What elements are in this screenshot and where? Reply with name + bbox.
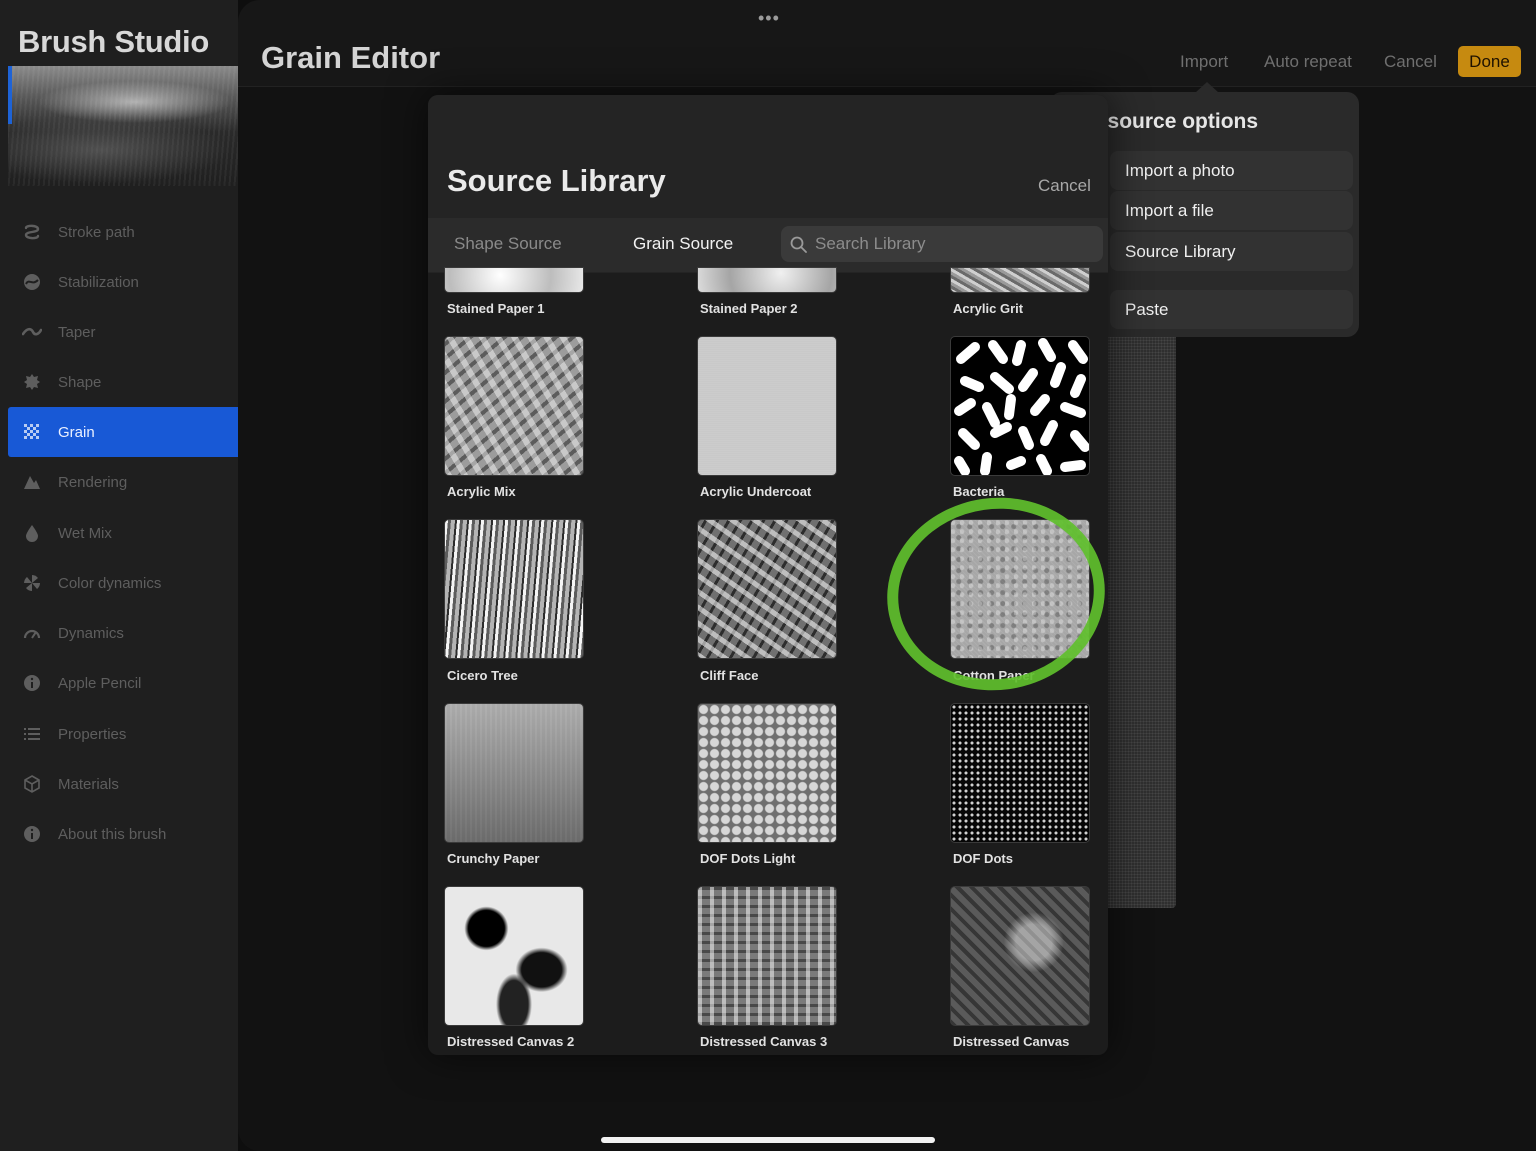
grain-thumbnail-stained-paper-2[interactable] (697, 267, 837, 293)
grain-label: DOF Dots (953, 851, 1013, 866)
sidebar-item-about-this-brush[interactable]: About this brush (8, 809, 238, 859)
sidebar-item-rendering[interactable]: Rendering (8, 457, 238, 507)
wet-mix-icon (22, 523, 42, 543)
sidebar-item-label: About this brush (58, 825, 167, 843)
done-button[interactable]: Done (1458, 46, 1521, 77)
import-photo-option[interactable]: Import a photo (1110, 151, 1353, 190)
grain-label: Distressed Canvas (953, 1034, 1070, 1049)
grain-thumbnail-acrylic-mix[interactable] (444, 336, 584, 476)
sidebar-item-color-dynamics[interactable]: Color dynamics (8, 558, 238, 608)
tab-shape-source[interactable]: Shape Source (454, 234, 562, 254)
multitasking-grabber[interactable]: ••• (758, 8, 780, 29)
sidebar-item-label: Properties (58, 725, 127, 743)
sidebar-item-label: Color dynamics (58, 574, 162, 592)
import-button[interactable]: Import (1180, 52, 1228, 72)
sidebar-item-properties[interactable]: Properties (8, 709, 238, 759)
brush-studio-sidebar: Brush Studio Stroke path Stabilization T… (0, 0, 238, 1151)
auto-repeat-button[interactable]: Auto repeat (1264, 52, 1352, 72)
search-input[interactable] (813, 233, 1087, 255)
grain-label: Stained Paper 2 (700, 301, 798, 316)
rendering-icon (22, 472, 42, 492)
grain-thumbnail-distressed-canvas-3[interactable] (697, 886, 837, 1026)
search-icon (790, 236, 807, 253)
sidebar-item-grain[interactable]: Grain (8, 407, 238, 457)
grain-thumbnail-bacteria[interactable] (950, 336, 1090, 476)
grain-label: Acrylic Undercoat (700, 484, 812, 499)
sidebar-item-wet-mix[interactable]: Wet Mix (8, 508, 238, 558)
preview-selection-marker (8, 66, 12, 124)
taper-icon (22, 322, 42, 342)
import-file-option[interactable]: Import a file (1110, 191, 1353, 230)
stabilization-icon (22, 272, 42, 292)
info-icon (22, 673, 42, 693)
grain-label: Cicero Tree (447, 668, 518, 683)
sidebar-item-materials[interactable]: Materials (8, 759, 238, 809)
list-icon (22, 724, 42, 744)
grain-thumbnail-dof-dots-light[interactable] (697, 703, 837, 843)
sidebar-item-dynamics[interactable]: Dynamics (8, 608, 238, 658)
sidebar-item-stabilization[interactable]: Stabilization (8, 257, 238, 307)
sidebar-item-label: Stabilization (58, 273, 139, 291)
home-indicator[interactable] (601, 1137, 935, 1143)
brush-stroke-preview[interactable] (8, 66, 238, 186)
grain-thumbnail-acrylic-undercoat[interactable] (697, 336, 837, 476)
grain-thumbnail-dof-dots[interactable] (950, 703, 1090, 843)
cancel-button[interactable]: Cancel (1384, 52, 1437, 72)
sidebar-item-label: Wet Mix (58, 524, 112, 542)
sidebar-item-label: Shape (58, 373, 102, 391)
cube-icon (22, 774, 42, 794)
grain-label: Stained Paper 1 (447, 301, 545, 316)
paste-option[interactable]: Paste (1110, 290, 1353, 329)
bacteria-pattern (954, 338, 1089, 475)
page-title: Grain Editor (261, 40, 441, 75)
tab-grain-source[interactable]: Grain Source (633, 234, 733, 254)
sidebar-item-taper[interactable]: Taper (8, 307, 238, 357)
sidebar-item-label: Materials (58, 775, 119, 793)
grain-label: Distressed Canvas 2 (447, 1034, 575, 1049)
grain-thumbnail-crunchy-paper[interactable] (444, 703, 584, 843)
grain-thumbnail-cicero-tree[interactable] (444, 519, 584, 659)
sidebar-item-label: Taper (58, 323, 96, 341)
sidebar-item-label: Rendering (58, 473, 128, 491)
grain-label: Acrylic Mix (447, 484, 516, 499)
info-icon (22, 824, 42, 844)
sidebar-item-label: Dynamics (58, 624, 124, 642)
sidebar-item-label: Stroke path (58, 223, 135, 241)
grain-label: Crunchy Paper (447, 851, 540, 866)
sidebar-item-stroke-path[interactable]: Stroke path (8, 207, 238, 257)
sidebar-item-label: Grain (58, 423, 95, 441)
search-field[interactable] (781, 226, 1103, 262)
color-dynamics-icon (22, 573, 42, 593)
grain-thumbnail-stained-paper-1[interactable] (444, 267, 584, 293)
modal-cancel-button[interactable]: Cancel (1038, 176, 1091, 196)
app-title: Brush Studio (18, 24, 209, 59)
grain-label: Acrylic Grit (953, 301, 1024, 316)
popover-title: e source options (1090, 110, 1259, 133)
sidebar-item-shape[interactable]: Shape (8, 357, 238, 407)
modal-title: Source Library (447, 163, 666, 198)
grain-thumbnail-distressed-canvas-2[interactable] (444, 886, 584, 1026)
grain-label: Distressed Canvas 3 (700, 1034, 828, 1049)
grain-thumbnail-acrylic-grit[interactable] (950, 267, 1090, 293)
grain-label: Cliff Face (700, 668, 759, 683)
stroke-path-icon (22, 222, 42, 242)
grain-thumbnail-cliff-face[interactable] (697, 519, 837, 659)
grain-thumbnail-distressed-canvas[interactable] (950, 886, 1090, 1026)
sidebar-item-apple-pencil[interactable]: Apple Pencil (8, 658, 238, 708)
grain-label: DOF Dots Light (700, 851, 796, 866)
source-library-option[interactable]: Source Library (1110, 232, 1353, 271)
dynamics-icon (22, 623, 42, 643)
shape-icon (22, 372, 42, 392)
grain-icon (22, 422, 42, 442)
sidebar-item-label: Apple Pencil (58, 674, 142, 692)
